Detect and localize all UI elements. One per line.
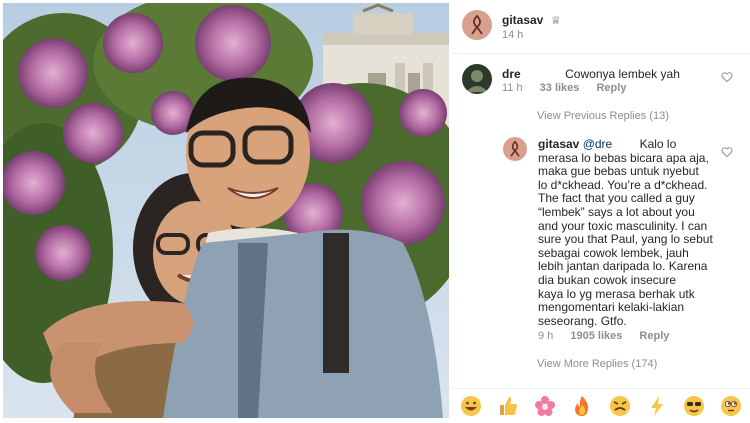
comment-line: lo d*ckhead. You’re a d*ckhead. <box>538 177 708 192</box>
eyes-face-icon[interactable] <box>720 395 742 417</box>
grinning-face-icon[interactable] <box>460 395 482 417</box>
comment-author[interactable]: gitasav <box>538 137 579 151</box>
comment-line: lebih jantan daripada lo. Karena <box>538 259 708 274</box>
knot-icon <box>510 140 520 157</box>
comment-line: “lembek” says a lot about you <box>538 204 695 219</box>
comment-line: The fact that you called a guy <box>538 191 695 206</box>
comment-gitasav: gitasav @dre Kalo lo merasa lo bebas bic… <box>538 137 718 328</box>
comment-line: merasa lo bebas bicara apa aja, <box>538 150 709 165</box>
comment-line: sure you that Paul, yang lo sebut <box>538 232 713 247</box>
fire-icon[interactable] <box>571 395 593 417</box>
selfie-illustration <box>3 3 449 418</box>
heart-icon[interactable] <box>721 71 733 83</box>
mention-link[interactable]: @dre <box>583 137 613 151</box>
post-photo[interactable] <box>3 3 449 418</box>
sunglasses-face-icon[interactable] <box>683 395 705 417</box>
gitasav-reply-avatar[interactable] <box>503 137 527 161</box>
comment-author[interactable]: dre <box>502 67 521 81</box>
comment-line: dia bukan cowok insecure <box>538 272 677 287</box>
comment-text: Cowonya lembek yah <box>565 67 680 81</box>
comment-time: 11 h <box>502 82 523 94</box>
comment-line: seseorang. Gtfo. <box>538 313 627 328</box>
gitasav-avatar[interactable] <box>462 10 492 40</box>
comment-header-line: gitasav @dre Kalo lo <box>538 137 718 152</box>
comment-meta: 9 h 1905 likes Reply <box>538 330 669 342</box>
comment-line: maka gue bebas untuk nyebut <box>538 164 699 179</box>
comments-panel: gitasav ♕ 14 h dre Cowonya lembek yah 11… <box>452 0 750 422</box>
comment-line: Kalo lo <box>639 137 677 151</box>
comment-likes[interactable]: 33 likes <box>540 82 580 94</box>
comment-line: and your toxic masculinity. I can <box>538 218 708 233</box>
comment-time: 9 h <box>538 330 554 342</box>
emoji-quick-bar <box>452 388 750 423</box>
comment-dre: dre Cowonya lembek yah <box>502 65 717 83</box>
verified-badge-icon: ♕ <box>550 15 561 27</box>
post-time: 14 h <box>502 29 524 41</box>
reply-button[interactable]: Reply <box>639 330 669 342</box>
thumbs-up-icon[interactable] <box>497 395 519 417</box>
dre-avatar[interactable] <box>462 64 492 94</box>
comment-meta: 11 h 33 likes Reply <box>502 82 626 94</box>
comment-line: sebagai cowok lembek, jauh <box>538 245 689 260</box>
view-more-replies-link[interactable]: View More Replies (174) <box>537 358 657 370</box>
profile-photo-icon <box>466 70 488 92</box>
angry-face-icon[interactable] <box>609 395 631 417</box>
comment-line: mengomentari kelaki-lakian <box>538 300 685 315</box>
post-view: gitasav ♕ 14 h dre Cowonya lembek yah 11… <box>0 0 750 422</box>
flower-icon[interactable] <box>534 395 556 417</box>
heart-icon[interactable] <box>721 146 733 158</box>
reply-button[interactable]: Reply <box>596 82 626 94</box>
knot-icon <box>471 14 483 35</box>
divider <box>452 53 750 54</box>
post-author-name[interactable]: gitasav <box>502 13 543 27</box>
comment-likes[interactable]: 1905 likes <box>570 330 622 342</box>
comment-line: kaya lo yg merasa berhak utk <box>538 286 695 301</box>
lightning-icon[interactable] <box>646 395 668 417</box>
view-previous-replies-link[interactable]: View Previous Replies (13) <box>537 110 669 122</box>
post-author: gitasav ♕ <box>502 11 561 29</box>
